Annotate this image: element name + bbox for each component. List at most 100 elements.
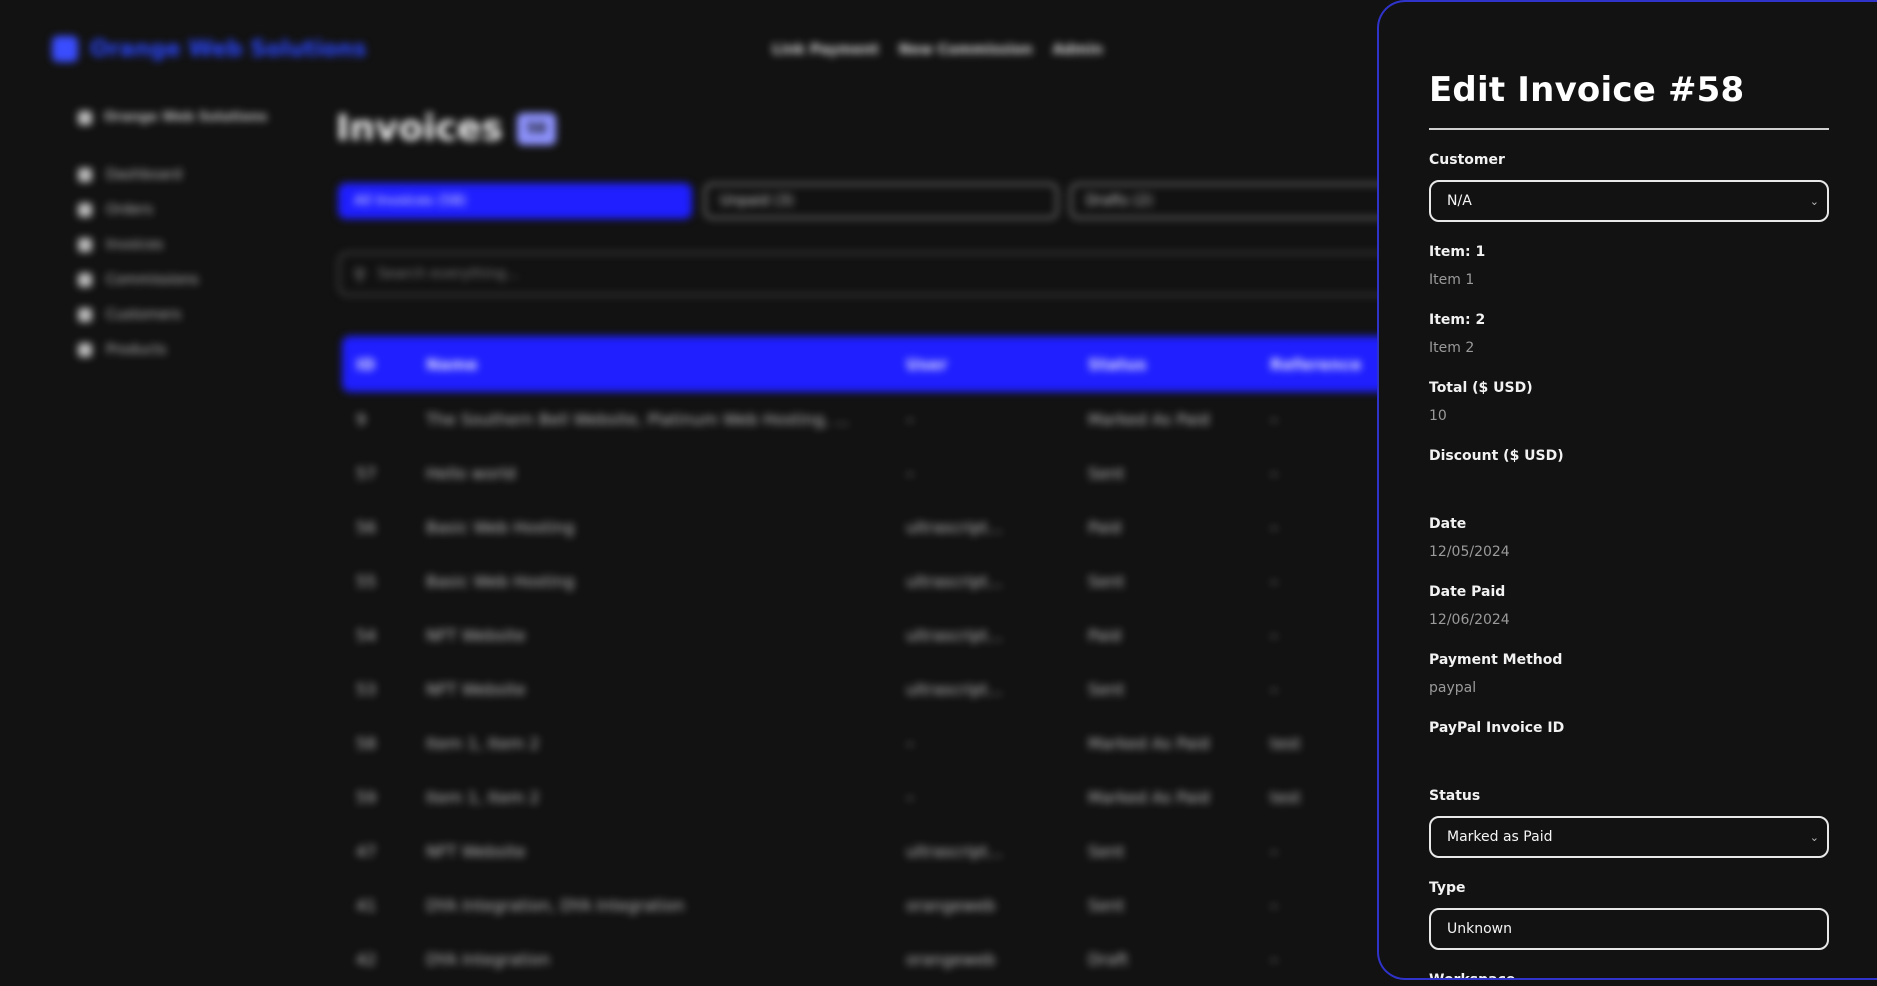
cell-user: – — [906, 787, 914, 807]
search-placeholder: Search everything... — [377, 266, 520, 282]
page-title-text: Invoices — [336, 108, 503, 149]
dollar-icon — [78, 272, 92, 287]
customer-label: Customer — [1429, 152, 1505, 168]
cell-status: Draft — [1088, 949, 1129, 969]
date-field[interactable]: 12/05/2024 — [1429, 544, 1827, 562]
cell-status: Paid — [1088, 517, 1122, 537]
type-input[interactable]: Unknown — [1429, 908, 1829, 950]
table-row[interactable]: 9 The Southern Bell Website, Platinum Web… — [342, 392, 1442, 446]
chevron-down-icon: ⌄ — [1809, 194, 1819, 208]
cell-status: Sent — [1088, 463, 1125, 483]
cell-status: Marked As Paid — [1088, 733, 1210, 753]
column-header-reference[interactable]: Reference — [1270, 355, 1390, 374]
cell-user: ultrascript... — [906, 679, 1004, 699]
column-header-id[interactable]: ID — [342, 355, 426, 374]
sidebar-item-label: Products — [106, 341, 167, 358]
cell-id: 58 — [356, 733, 377, 753]
box-icon — [78, 342, 92, 357]
table-row[interactable]: 55 Basic Web Hosting ultrascript... Sent – — [342, 554, 1442, 608]
brand-name: Orange Web Solutions — [90, 36, 367, 62]
workspace-icon — [78, 110, 92, 125]
cell-id: 41 — [356, 895, 377, 915]
cell-status: Sent — [1088, 841, 1125, 861]
sidebar-item-products[interactable]: Products — [78, 332, 298, 367]
cell-name: Basic Web Hosting — [426, 517, 575, 537]
column-header-name[interactable]: Name — [426, 355, 906, 374]
brand-logo[interactable]: Orange Web Solutions — [52, 36, 366, 62]
cell-id: 57 — [356, 463, 377, 483]
item1-value[interactable]: Item 1 — [1429, 272, 1827, 290]
cell-user: – — [906, 409, 914, 429]
cell-status: Marked As Paid — [1088, 787, 1210, 807]
table-row[interactable]: 41 DYA Integration, DYA Integration orange… — [342, 878, 1442, 932]
status-select[interactable]: Marked as Paid ⌄ — [1429, 816, 1829, 858]
sidebar-item-commissions[interactable]: Commissions — [78, 262, 298, 297]
invoices-table: ID Name User Status Reference 9 The South… — [342, 336, 1442, 986]
sidebar-item-label: Orders — [106, 201, 154, 218]
table-header: ID Name User Status Reference — [342, 336, 1442, 392]
cell-reference: – — [1270, 841, 1278, 861]
cell-name: DYA Integration, DYA Integration — [426, 895, 685, 915]
panel-title: Edit Invoice #58 — [1429, 70, 1745, 110]
discount-field[interactable] — [1429, 476, 1827, 494]
sidebar-item-label: Commissions — [106, 271, 199, 288]
sidebar-item-invoices[interactable]: Invoices — [78, 227, 298, 262]
cell-reference: – — [1270, 895, 1278, 915]
table-row[interactable]: 47 NFT Website ultrascript... Sent – — [342, 824, 1442, 878]
table-row[interactable]: 54 NFT Website ultrascript... Paid – — [342, 608, 1442, 662]
sidebar-item-dashboard[interactable]: Dashboard — [78, 157, 298, 192]
item1-label: Item: 1 — [1429, 244, 1486, 260]
workspace-name: Orange Web Solutions — [104, 110, 268, 125]
table-row[interactable]: 58 Item 1, Item 2 – Marked As Paid test — [342, 716, 1442, 770]
total-field[interactable]: 10 — [1429, 408, 1827, 426]
payment-method-label: Payment Method — [1429, 652, 1563, 668]
invoice-count-badge: 58 — [516, 112, 557, 145]
paypal-invoice-id-field[interactable] — [1429, 748, 1827, 766]
column-header-status[interactable]: Status — [1088, 355, 1270, 374]
search-icon: ⚲ — [354, 264, 366, 284]
filter-drafts[interactable]: Drafts (2) — [1070, 183, 1424, 219]
cell-name: Item 1, Item 2 — [426, 787, 540, 807]
nav-admin[interactable]: Admin — [1053, 42, 1103, 58]
date-paid-label: Date Paid — [1429, 584, 1506, 600]
cell-status: Sent — [1088, 895, 1125, 915]
cell-reference: – — [1270, 409, 1278, 429]
sidebar: Orange Web Solutions Dashboard Orders In… — [78, 110, 298, 367]
customer-select-value: N/A — [1447, 193, 1472, 209]
cell-name: NFT Website — [426, 679, 526, 699]
table-row[interactable]: 59 Item 1, Item 2 – Marked As Paid test — [342, 770, 1442, 824]
cell-id: 55 — [356, 571, 377, 591]
cell-reference: – — [1270, 571, 1278, 591]
filter-all-invoices[interactable]: All Invoices (58) — [338, 183, 692, 219]
nav-new-commission[interactable]: New Commission — [899, 42, 1033, 58]
status-select-value: Marked as Paid — [1447, 829, 1553, 845]
cell-name: NFT Website — [426, 625, 526, 645]
cell-id: 53 — [356, 679, 377, 699]
nav-link-payment[interactable]: Link Payment — [772, 42, 879, 58]
item2-value[interactable]: Item 2 — [1429, 340, 1827, 358]
type-input-value: Unknown — [1447, 921, 1512, 937]
payment-method-field[interactable]: paypal — [1429, 680, 1827, 698]
total-label: Total ($ USD) — [1429, 380, 1533, 396]
cell-id: 47 — [356, 841, 377, 861]
chevron-down-icon: ⌄ — [1809, 830, 1819, 844]
orders-icon — [78, 202, 92, 217]
table-row[interactable]: 53 NFT Website ultrascript... Sent – — [342, 662, 1442, 716]
cell-id: 59 — [356, 787, 377, 807]
cell-status: Sent — [1088, 679, 1125, 699]
cell-name: Hello world — [426, 463, 516, 483]
customer-select[interactable]: N/A ⌄ — [1429, 180, 1829, 222]
search-input[interactable]: ⚲ Search everything... — [338, 252, 1438, 296]
filter-unpaid[interactable]: Unpaid (3) — [704, 183, 1058, 219]
column-header-user[interactable]: User — [906, 355, 1088, 374]
table-row[interactable]: 57 Hello world – Sent – — [342, 446, 1442, 500]
table-row[interactable]: 56 Basic Web Hosting ultrascript... Paid – — [342, 500, 1442, 554]
sidebar-item-orders[interactable]: Orders — [78, 192, 298, 227]
cell-id: 56 — [356, 517, 377, 537]
table-row[interactable]: 42 DYA Integration orangeweb Draft – — [342, 932, 1442, 986]
invoice-icon — [78, 237, 92, 252]
workspace-switcher[interactable]: Orange Web Solutions — [78, 110, 298, 125]
cell-name: DYA Integration — [426, 949, 551, 969]
date-paid-field[interactable]: 12/06/2024 — [1429, 612, 1827, 630]
sidebar-item-customers[interactable]: Customers — [78, 297, 298, 332]
